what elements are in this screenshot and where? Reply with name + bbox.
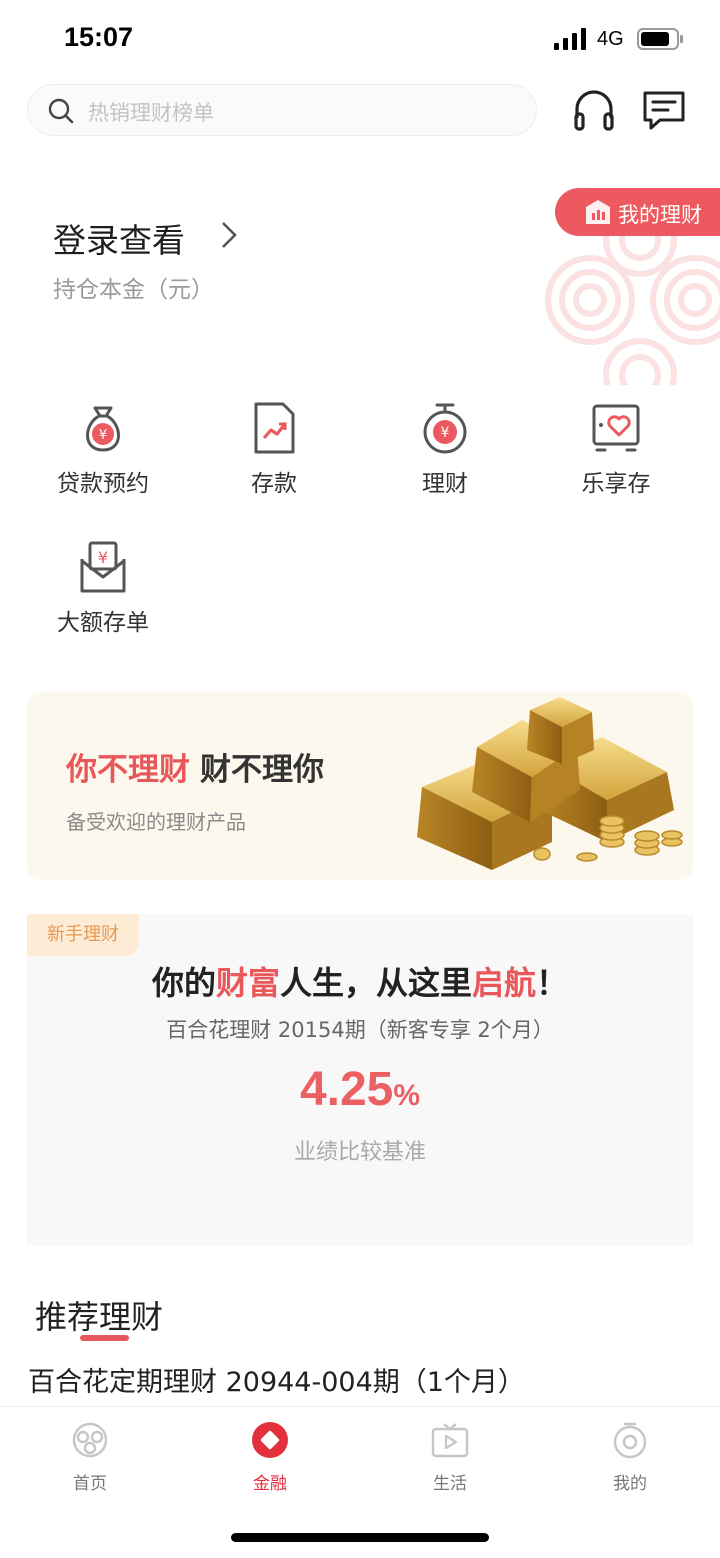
home-indicator [231,1533,489,1542]
search-placeholder: 热销理财榜单 [88,101,214,125]
banner-title-red: 你不理财 [66,752,190,788]
my-wealth-button[interactable]: 我的理财 [555,188,720,236]
finance-icon [252,1422,288,1458]
recommended-product-item[interactable]: 百合花定期理财 20944-004期（1个月） [28,1360,525,1399]
quick-action-label: 贷款预约 [57,471,149,497]
timer-yuan-icon: ¥ [423,403,467,454]
heart-box-icon [592,404,640,452]
quick-action-wealth[interactable]: ¥ 理财 [370,402,520,502]
promo-banner[interactable]: 你不理财 财不理你 备受欢迎的理财产品 [27,692,693,880]
home-logo-icon [72,1422,108,1458]
network-type: 4G [597,28,624,50]
newbie-title-part: ！ [536,964,569,1002]
tab-label: 首页 [73,1474,107,1494]
banner-title: 你不理财 财不理你 [66,744,324,789]
newbie-product-card[interactable]: 新手理财 你的财富人生，从这里启航！ 百合花理财 20154期（新客专享 2个月… [27,914,693,1246]
recommended-section-title: 推荐理财 [35,1298,164,1336]
quick-action-label: 大额存单 [57,610,149,636]
login-title[interactable]: 登录查看 [53,214,185,262]
svg-text:¥: ¥ [99,428,107,443]
tab-label: 金融 [253,1474,287,1494]
battery-icon [637,28,683,50]
quick-action-large-cd[interactable]: ¥ 大额存单 [28,541,178,641]
newbie-title-highlight: 财富 [215,964,280,1002]
banner-subtitle: 备受欢迎的理财产品 [66,810,246,834]
signal-icon [554,28,586,50]
my-wealth-label: 我的理财 [618,203,702,227]
banner-title-dark: 财不理你 [200,752,324,788]
tab-label: 我的 [613,1474,647,1494]
decorative-swirl-pattern [545,225,720,385]
tab-life[interactable]: 生活 [360,1421,540,1501]
search-bar[interactable]: 热销理财榜单 [27,84,537,136]
envelope-yuan-icon: ¥ [80,541,126,593]
quick-action-label: 存款 [251,471,297,497]
rate-unit: % [393,1079,421,1112]
wealth-chart-icon [586,200,610,224]
search-icon [48,98,74,124]
gold-bars-image [417,697,683,870]
tab-finance[interactable]: 金融 [180,1421,360,1501]
tv-play-icon [431,1423,469,1458]
svg-text:¥: ¥ [98,548,108,567]
tab-home[interactable]: 首页 [0,1421,180,1501]
document-chart-icon [254,402,295,454]
newbie-title: 你的财富人生，从这里启航！ [27,958,693,1004]
quick-action-deposit[interactable]: 存款 [199,402,349,502]
rate-value: 4.25 [299,1063,394,1116]
status-time: 15:07 [64,22,134,52]
svg-text:¥: ¥ [441,425,450,441]
quick-action-loan[interactable]: ¥ 贷款预约 [28,402,178,502]
money-bag-icon: ¥ [86,406,120,452]
profile-icon [613,1422,647,1459]
newbie-title-part: 你的 [151,964,216,1002]
newbie-title-highlight: 启航 [472,964,537,1002]
newbie-tag: 新手理财 [27,914,139,956]
newbie-product-name: 百合花理财 20154期（新客专享 2个月） [166,1018,554,1042]
tab-mine[interactable]: 我的 [540,1421,720,1501]
tab-label: 生活 [433,1474,467,1494]
headset-icon[interactable] [572,88,616,132]
holding-principal-label: 持仓本金（元） [53,277,214,303]
quick-action-label: 理财 [422,471,468,497]
section-title-underline [80,1335,129,1341]
quick-action-label: 乐享存 [581,471,651,497]
chevron-right-icon [222,222,237,248]
status-bar: 15:07 4G [0,0,720,80]
newbie-title-part: 人生，从这里 [279,964,472,1002]
quick-action-lexiangcun[interactable]: 乐享存 [541,402,691,502]
message-icon[interactable] [642,88,686,132]
newbie-rate: 4.25% [27,1062,693,1117]
rate-label: 业绩比较基准 [293,1140,426,1165]
